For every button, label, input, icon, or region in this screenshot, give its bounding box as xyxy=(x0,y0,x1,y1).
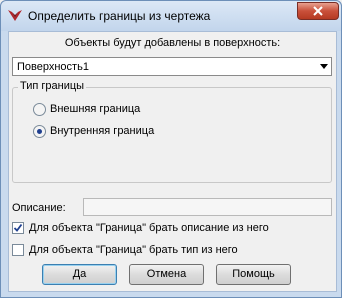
cancel-button[interactable]: Отмена xyxy=(129,264,204,285)
dialog-window: Определить границы из чертежа Объекты бу… xyxy=(0,0,342,298)
radio-label: Внутренняя граница xyxy=(50,125,155,137)
close-icon xyxy=(313,6,323,16)
checkbox-label: Для объекта "Граница" брать описание из … xyxy=(29,222,269,234)
ok-button[interactable]: Да xyxy=(42,264,117,285)
boundary-type-legend: Тип границы xyxy=(18,80,87,92)
checkbox[interactable] xyxy=(12,244,24,256)
surface-dropdown[interactable]: Поверхность1 xyxy=(12,57,332,76)
dialog-client-area: Объекты будут добавлены в поверхность: П… xyxy=(8,31,337,292)
title-bar[interactable]: Определить границы из чертежа xyxy=(1,1,341,31)
radio-button[interactable] xyxy=(33,125,46,138)
radio-label: Внешняя граница xyxy=(50,103,141,115)
checkbox-label: Для объекта "Граница" брать тип из него xyxy=(29,244,238,256)
radio-button[interactable] xyxy=(33,103,46,116)
surface-dropdown-value: Поверхность1 xyxy=(17,61,89,73)
chevron-down-icon[interactable] xyxy=(320,64,328,69)
description-label: Описание: xyxy=(12,202,66,214)
close-button[interactable] xyxy=(297,2,339,20)
checkbox[interactable] xyxy=(12,222,24,234)
radio-selected-dot xyxy=(37,129,42,134)
boundary-type-group: Тип границы Внешняя граница Внутренняя г… xyxy=(12,80,332,183)
app-icon xyxy=(7,7,23,23)
description-input[interactable] xyxy=(83,198,332,216)
checkmark-icon xyxy=(13,223,23,232)
help-button[interactable]: Помощь xyxy=(216,264,291,285)
objects-caption: Объекты будут добавлены в поверхность: xyxy=(64,37,281,49)
window-title: Определить границы из чертежа xyxy=(28,9,211,23)
